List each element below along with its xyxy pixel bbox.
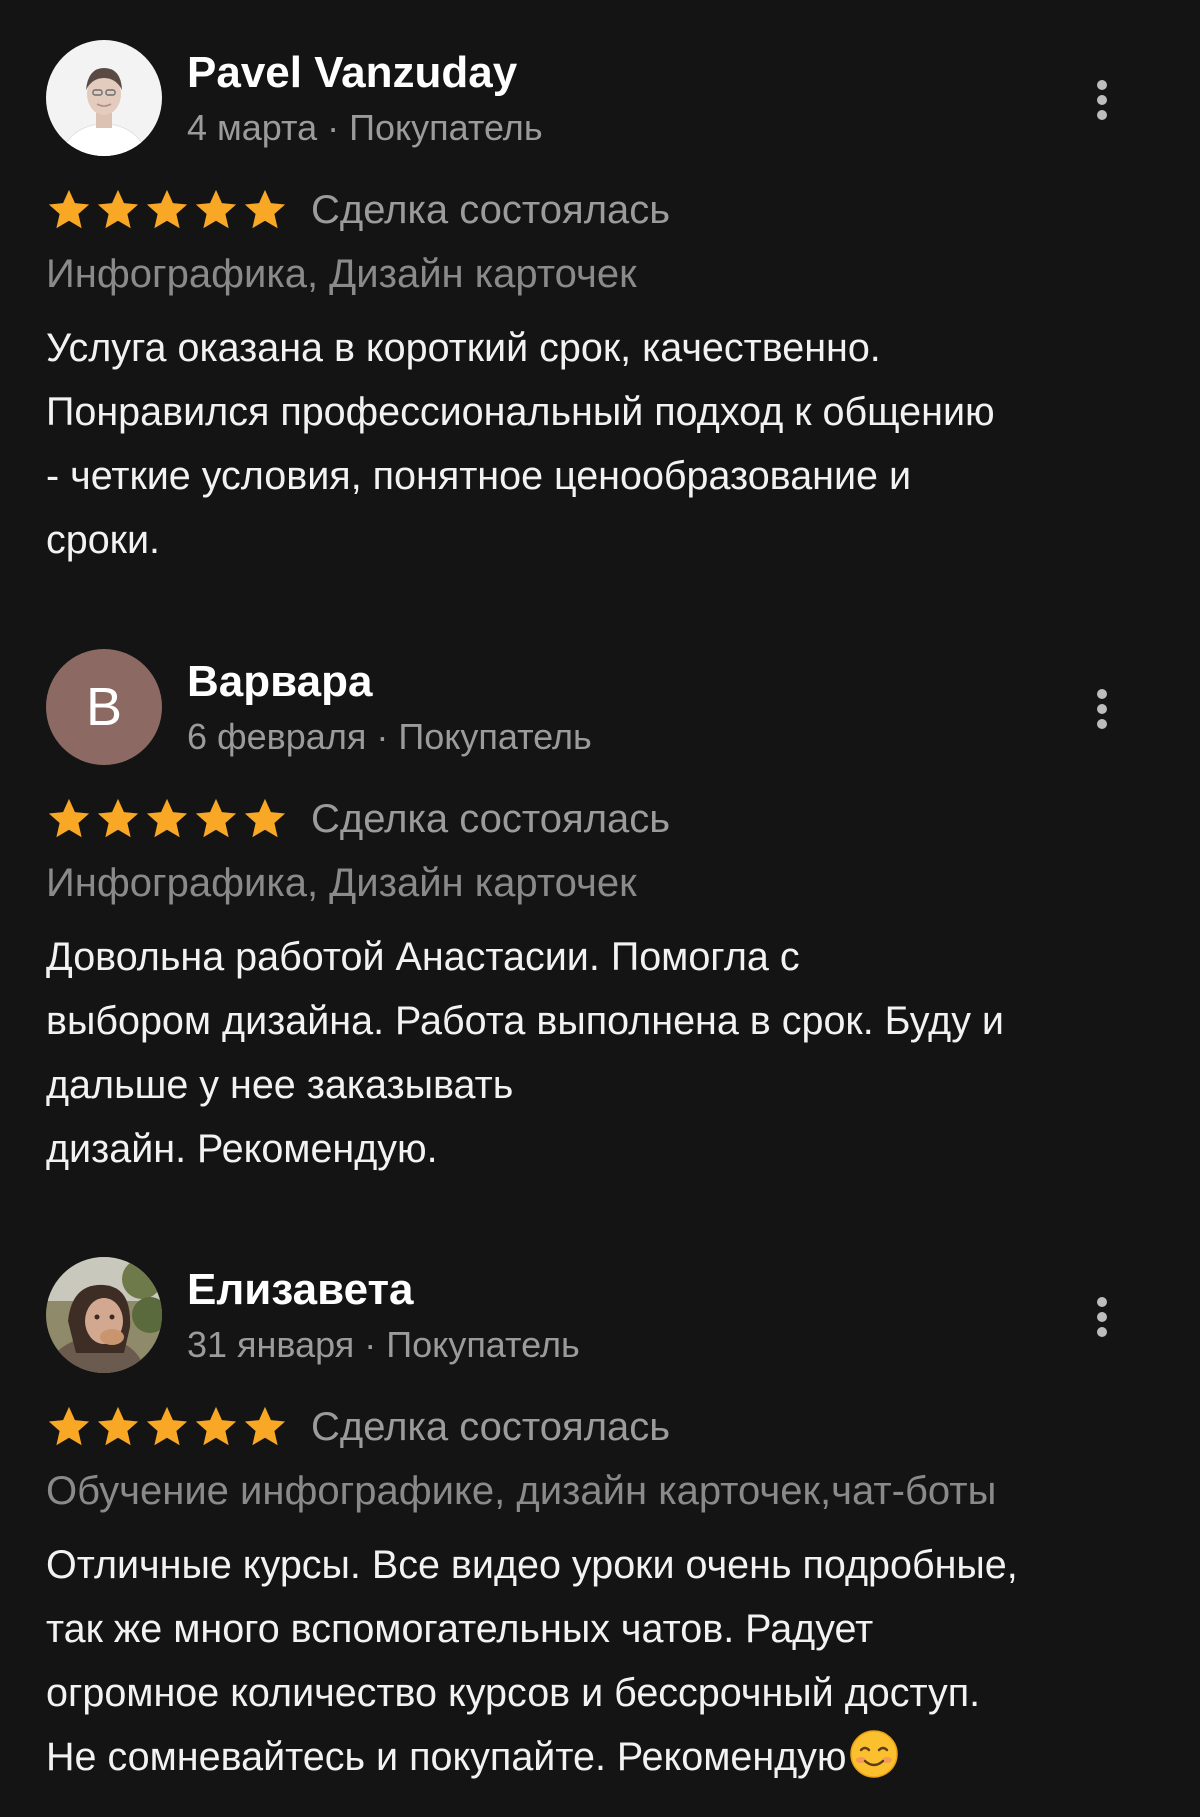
review-category: Обучение инфографике, дизайн карточек,ча… [46,1469,997,1513]
more-options-button[interactable] [1082,683,1122,735]
star-rating [46,187,291,233]
avatar-photo-icon [46,1257,162,1373]
review-card: В Варвара 6 февраля · Покупатель Сделка … [0,609,1200,1209]
star-icon [146,798,188,838]
avatar-photo-icon [46,40,162,156]
author-avatar[interactable] [46,40,162,156]
star-icon [195,189,237,229]
review-text: Услуга оказана в короткий срок, качестве… [46,326,995,562]
more-vertical-icon [1097,689,1107,729]
review-meta: 6 февраля · Покупатель [187,716,592,757]
review-category: Инфографика, Дизайн карточек [46,252,637,296]
reviews-page: Pavel Vanzuday 4 марта · Покупатель Сдел… [0,0,1200,1809]
star-icon [97,189,139,229]
rating-row: Сделка состоялась [46,793,670,845]
star-rating [46,1404,291,1450]
rating-row: Сделка состоялась [46,1401,670,1453]
star-icon [244,189,286,229]
review-category: Инфографика, Дизайн карточек [46,861,637,905]
smiling-face-emoji-icon [849,1730,898,1778]
star-icon [146,1406,188,1446]
star-icon [244,1406,286,1446]
star-icon [244,798,286,838]
star-rating [46,796,291,842]
more-options-button[interactable] [1082,74,1122,126]
review-text: Отличные курсы. Все видео уроки очень по… [46,1533,1166,1789]
star-icon [97,798,139,838]
author-avatar[interactable]: В [46,649,162,765]
deal-status: Сделка состоялась [311,1405,671,1449]
review-text: Довольна работой Анастасии. Помогла с вы… [46,935,1004,1171]
star-icon [195,798,237,838]
rating-row: Сделка состоялась [46,184,670,236]
star-icon [195,1406,237,1446]
review-meta: 4 марта · Покупатель [187,107,543,148]
star-icon [48,798,90,838]
star-icon [146,189,188,229]
review-meta: 31 января · Покупатель [187,1324,580,1365]
deal-status: Сделка состоялась [311,188,671,232]
star-icon [97,1406,139,1446]
more-vertical-icon [1097,80,1107,120]
review-card: Елизавета 31 января · Покупатель Сделка … [0,1217,1200,1817]
author-name[interactable]: Pavel Vanzuday [187,46,517,100]
star-icon [48,189,90,229]
author-name[interactable]: Варвара [187,655,372,709]
author-avatar[interactable] [46,1257,162,1373]
star-icon [48,1406,90,1446]
more-options-button[interactable] [1082,1291,1122,1343]
author-name[interactable]: Елизавета [187,1263,414,1317]
more-vertical-icon [1097,1297,1107,1337]
review-card: Pavel Vanzuday 4 марта · Покупатель Сдел… [0,0,1200,600]
deal-status: Сделка состоялась [311,797,671,841]
avatar-letter: В [46,649,162,765]
